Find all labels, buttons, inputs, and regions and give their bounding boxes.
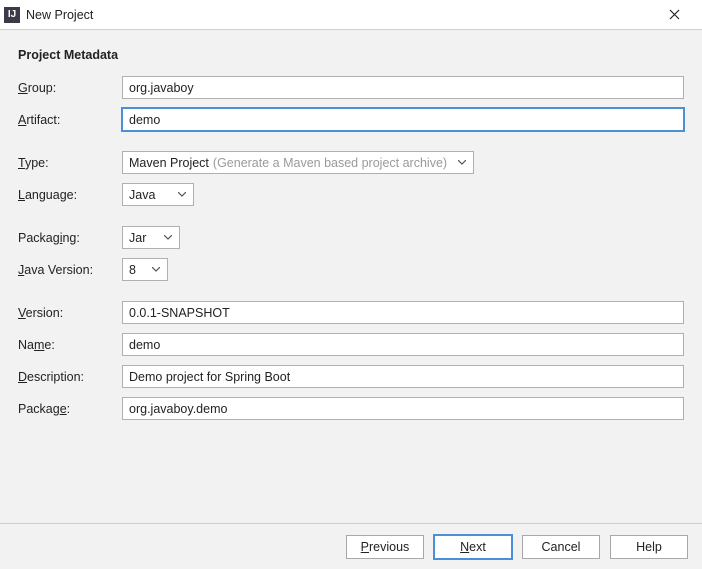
chevron-down-icon	[175, 192, 189, 197]
version-input[interactable]	[122, 301, 684, 324]
app-icon: IJ	[4, 7, 20, 23]
version-label: Version:	[18, 306, 122, 320]
artifact-input[interactable]	[122, 108, 684, 131]
java-version-select[interactable]: 8	[122, 258, 168, 281]
package-label: Package:	[18, 402, 122, 416]
title-bar: IJ New Project	[0, 0, 702, 30]
type-label: Type:	[18, 156, 122, 170]
name-input[interactable]	[122, 333, 684, 356]
section-title: Project Metadata	[18, 48, 684, 62]
chevron-down-icon	[161, 235, 175, 240]
group-label: Group:	[18, 81, 122, 95]
language-select[interactable]: Java	[122, 183, 194, 206]
previous-button[interactable]: Previous	[346, 535, 424, 559]
next-button[interactable]: Next	[434, 535, 512, 559]
group-input[interactable]	[122, 76, 684, 99]
packaging-label: Packaging:	[18, 231, 122, 245]
type-select[interactable]: Maven Project (Generate a Maven based pr…	[122, 151, 474, 174]
description-input[interactable]	[122, 365, 684, 388]
java-version-label: Java Version:	[18, 263, 122, 277]
chevron-down-icon	[149, 267, 163, 272]
artifact-label: Artifact:	[18, 113, 122, 127]
language-label: Language:	[18, 188, 122, 202]
description-label: Description:	[18, 370, 122, 384]
close-button[interactable]	[654, 0, 694, 30]
cancel-button[interactable]: Cancel	[522, 535, 600, 559]
window-title: New Project	[26, 8, 93, 22]
package-input[interactable]	[122, 397, 684, 420]
footer-bar: Previous Next Cancel Help	[0, 523, 702, 569]
name-label: Name:	[18, 338, 122, 352]
content-pane: Project Metadata Group: Artifact: Type: …	[0, 30, 702, 420]
packaging-select[interactable]: Jar	[122, 226, 180, 249]
help-button[interactable]: Help	[610, 535, 688, 559]
chevron-down-icon	[455, 160, 469, 165]
